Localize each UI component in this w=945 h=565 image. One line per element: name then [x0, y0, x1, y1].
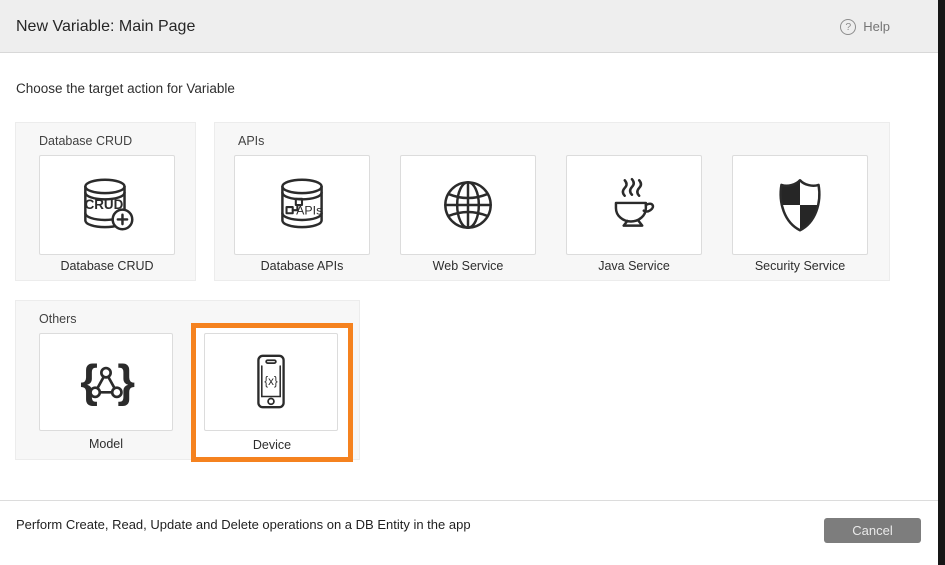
card-java-service[interactable] [566, 155, 702, 255]
group-apis: APIs APIs Database APIs [214, 122, 890, 281]
web-service-icon [435, 172, 501, 238]
new-variable-dialog: New Variable: Main Page ? Help Choose th… [0, 0, 945, 565]
card-label: Database CRUD [39, 259, 175, 273]
svg-text:{x}: {x} [264, 375, 278, 388]
dialog-header: New Variable: Main Page ? Help [0, 0, 938, 53]
card-label: Security Service [732, 259, 868, 273]
window-edge [938, 0, 945, 565]
footer-divider [0, 500, 938, 501]
database-crud-icon: CRUD [74, 172, 140, 238]
card-label: Web Service [400, 259, 536, 273]
card-label: Device [196, 438, 348, 452]
group-others: Others { } Model {x} [15, 300, 360, 460]
svg-text:}: } [117, 355, 135, 406]
help-label: Help [863, 19, 890, 34]
security-service-icon [767, 172, 833, 238]
model-icon: { } [73, 349, 139, 415]
help-circle-icon: ? [840, 19, 856, 35]
page-title: New Variable: Main Page [16, 0, 195, 53]
choose-action-subtitle: Choose the target action for Variable [16, 81, 235, 96]
card-security-service[interactable] [732, 155, 868, 255]
action-description: Perform Create, Read, Update and Delete … [16, 517, 471, 532]
group-database-crud: Database CRUD CRUD Database CRUD [15, 122, 196, 281]
java-service-icon [601, 172, 667, 238]
database-apis-icon: APIs [269, 172, 335, 238]
card-device[interactable]: {x} [204, 333, 338, 431]
card-web-service[interactable] [400, 155, 536, 255]
cancel-button[interactable]: Cancel [824, 518, 921, 543]
group-label: Others [39, 312, 77, 326]
group-label: APIs [238, 134, 264, 148]
card-label: Model [39, 437, 173, 451]
card-database-apis[interactable]: APIs [234, 155, 370, 255]
help-button[interactable]: ? Help [840, 0, 890, 53]
svg-text:APIs: APIs [296, 203, 322, 217]
card-model[interactable]: { } [39, 333, 173, 431]
svg-text:{: { [80, 355, 98, 406]
card-database-crud[interactable]: CRUD [39, 155, 175, 255]
card-label: Database APIs [234, 259, 370, 273]
group-label: Database CRUD [39, 134, 132, 148]
device-selection-highlight: {x} Device [191, 323, 353, 462]
card-label: Java Service [566, 259, 702, 273]
device-icon: {x} [240, 351, 302, 413]
